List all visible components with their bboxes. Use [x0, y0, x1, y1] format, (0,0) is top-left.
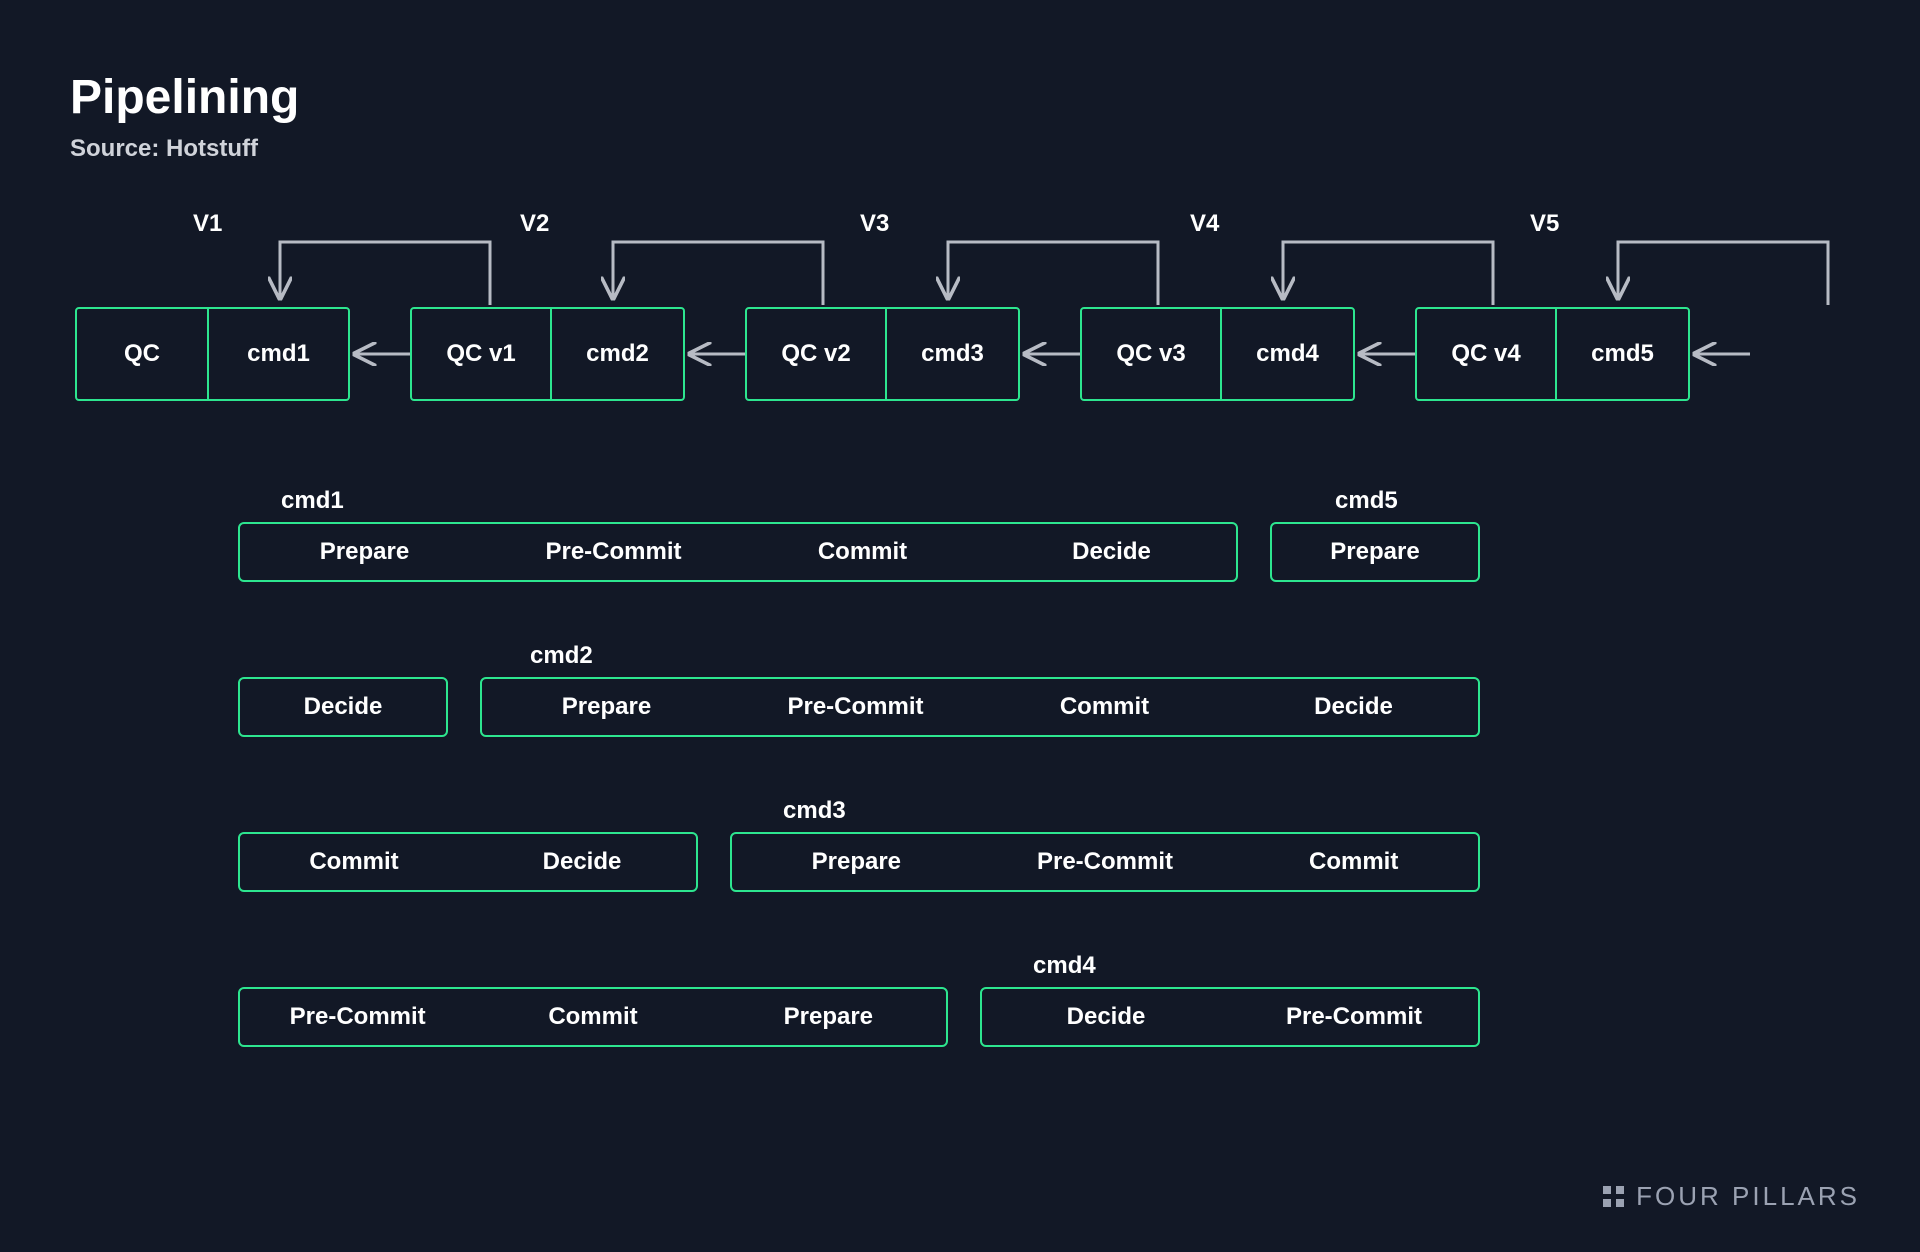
node-cmd-cell: cmd5: [1557, 309, 1688, 399]
brand-text: FOUR PILLARS: [1636, 1181, 1860, 1212]
node-cmd-cell: cmd4: [1222, 309, 1353, 399]
phase-box: Pre-Commit Commit Prepare: [238, 987, 948, 1047]
phase-cell: Prepare: [482, 679, 731, 735]
cmd-label: cmd5: [1335, 487, 1398, 515]
pipeline-node: QC v2 cmd3: [745, 307, 1020, 401]
node-qc-cell: QC v3: [1082, 309, 1220, 399]
node-cmd-cell: cmd3: [887, 309, 1018, 399]
phase-cell: Pre-Commit: [731, 679, 980, 735]
pipeline-node: QC v3 cmd4: [1080, 307, 1355, 401]
phase-cell: Pre-Commit: [240, 989, 475, 1045]
pipeline-node: QC cmd1: [75, 307, 350, 401]
phase-cell: Pre-Commit: [981, 834, 1230, 890]
phase-box: Prepare Pre-Commit Commit: [730, 832, 1480, 892]
phase-cell: Commit: [738, 524, 987, 580]
pipeline-node: QC v1 cmd2: [410, 307, 685, 401]
phase-cell: Prepare: [240, 524, 489, 580]
phase-cell: Decide: [982, 989, 1230, 1045]
phase-cell: Pre-Commit: [489, 524, 738, 580]
cmd-label: cmd4: [1033, 952, 1096, 980]
phase-cell: Pre-Commit: [1230, 989, 1478, 1045]
node-qc-cell: QC v4: [1417, 309, 1555, 399]
cmd-label: cmd3: [783, 797, 846, 825]
cmd-label: cmd2: [530, 642, 593, 670]
phase-box: Decide Pre-Commit: [980, 987, 1480, 1047]
phase-box: Prepare Pre-Commit Commit Decide: [238, 522, 1238, 582]
phase-cell: Decide: [1229, 679, 1478, 735]
cmd-label: cmd1: [281, 487, 344, 515]
phase-cell: Prepare: [711, 989, 946, 1045]
phase-cell: Decide: [468, 834, 696, 890]
phase-cell: Commit: [240, 834, 468, 890]
phase-cell: Decide: [987, 524, 1236, 580]
node-qc-cell: QC v1: [412, 309, 550, 399]
phase-cell: Commit: [980, 679, 1229, 735]
phase-cell: Decide: [240, 679, 446, 735]
brand-logo: FOUR PILLARS: [1603, 1181, 1860, 1212]
phase-box: Decide: [238, 677, 448, 737]
brand-dots-icon: [1603, 1186, 1624, 1207]
node-cmd-cell: cmd1: [209, 309, 348, 399]
node-cmd-cell: cmd2: [552, 309, 683, 399]
phase-box: Commit Decide: [238, 832, 698, 892]
node-qc-cell: QC v2: [747, 309, 885, 399]
phase-box: Prepare Pre-Commit Commit Decide: [480, 677, 1480, 737]
phase-box: Prepare: [1270, 522, 1480, 582]
phase-cell: Prepare: [1272, 524, 1478, 580]
phase-cell: Prepare: [732, 834, 981, 890]
phase-cell: Commit: [475, 989, 710, 1045]
phase-cell: Commit: [1229, 834, 1478, 890]
node-qc-cell: QC: [77, 309, 207, 399]
pipeline-node: QC v4 cmd5: [1415, 307, 1690, 401]
